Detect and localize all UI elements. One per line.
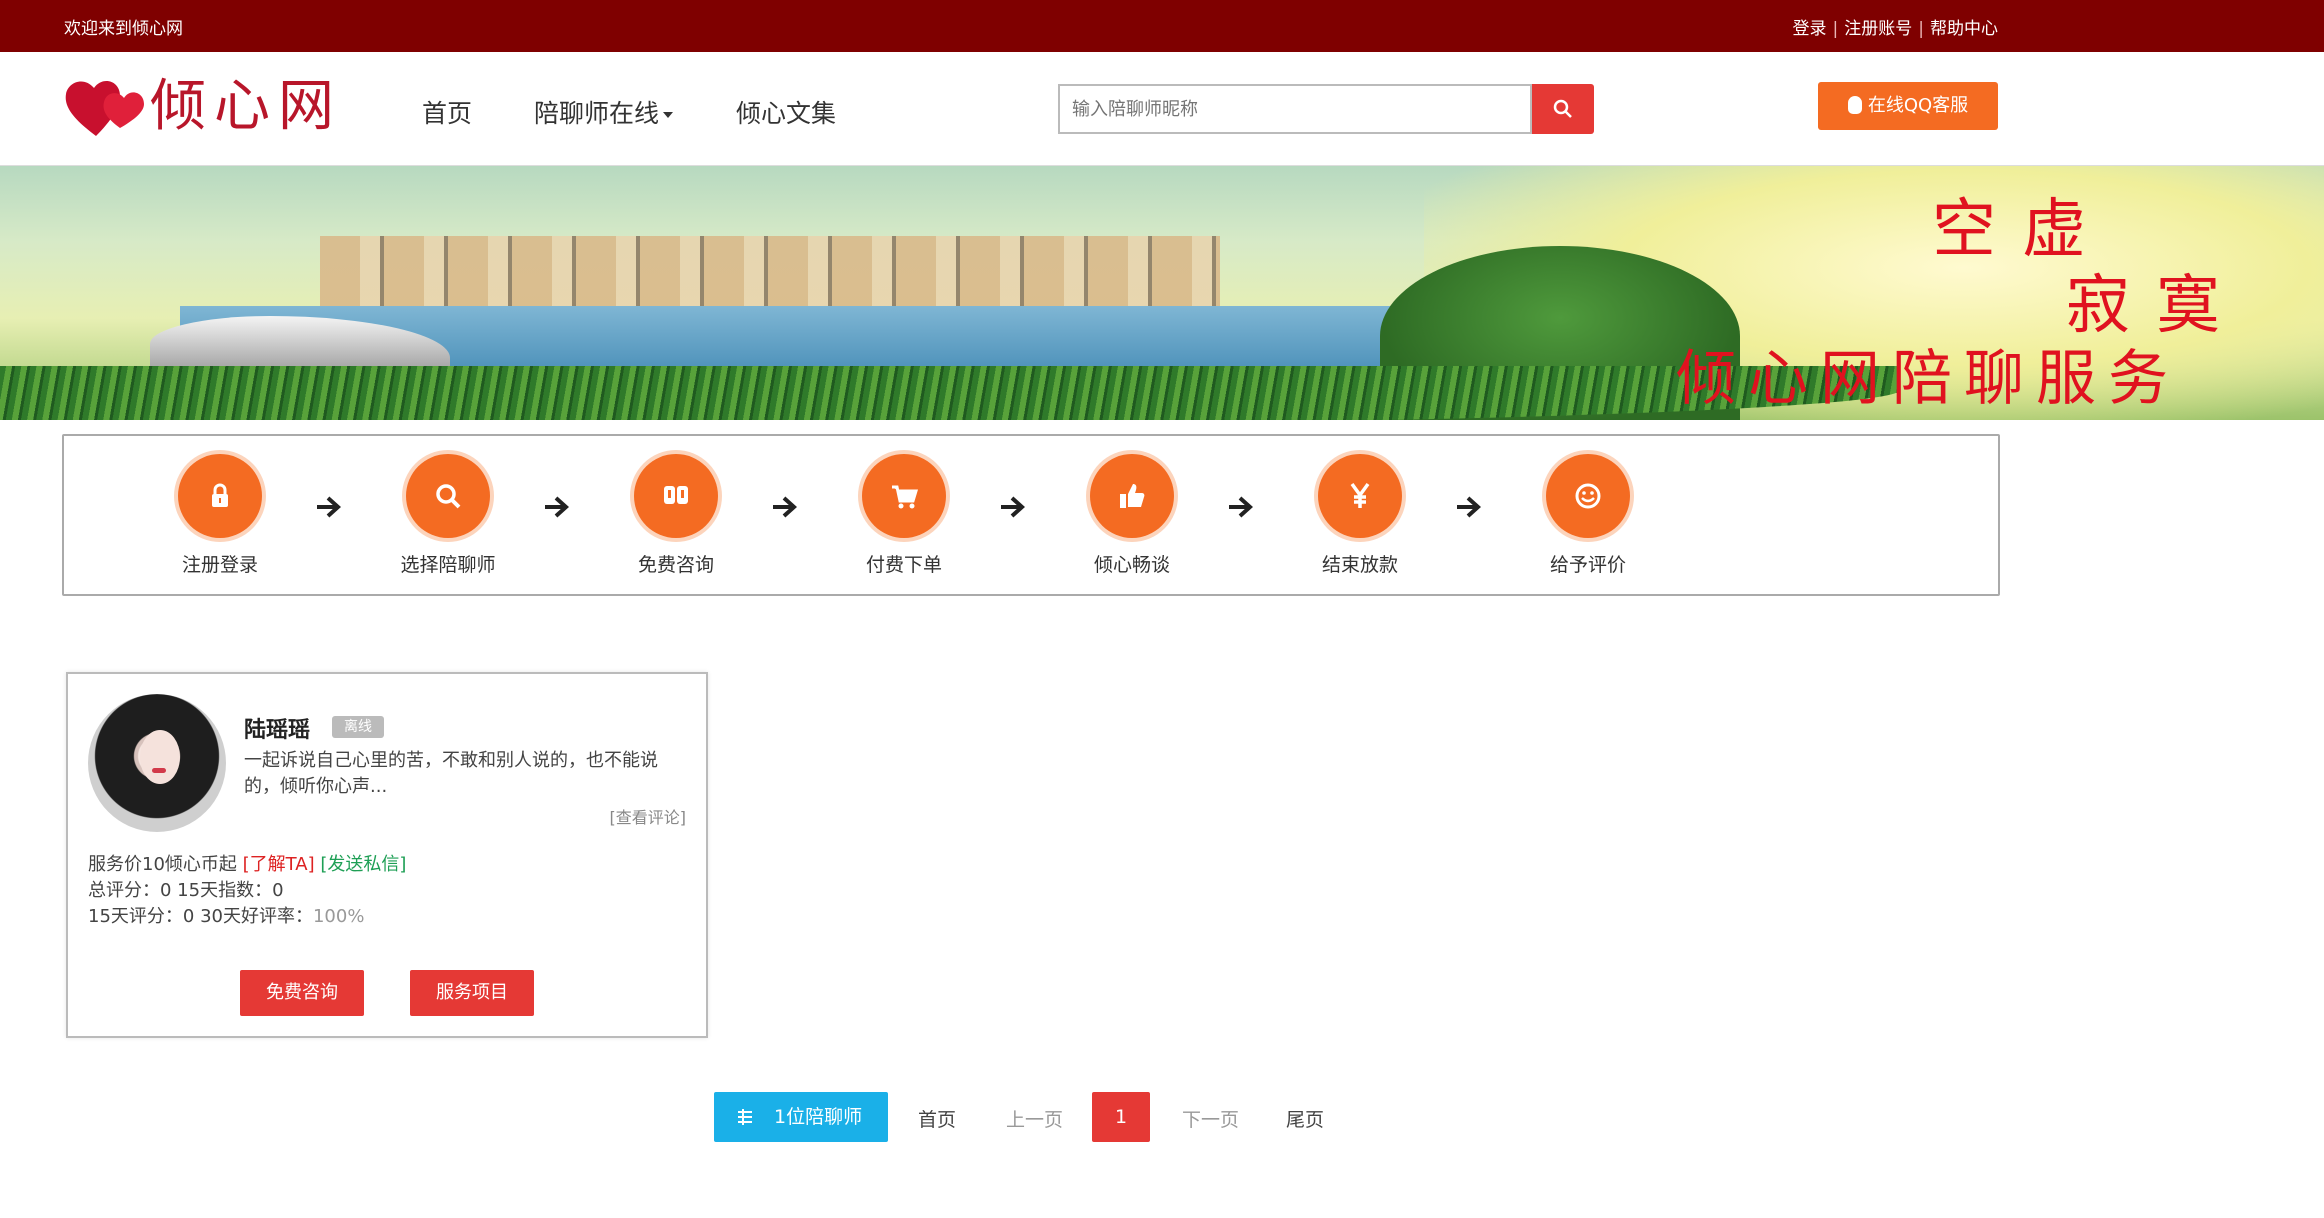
- register-link[interactable]: 注册账号: [1844, 19, 1912, 39]
- step-talk: 倾心畅谈: [1057, 454, 1207, 577]
- page-first[interactable]: 首页: [918, 1105, 956, 1132]
- step-register: 注册登录: [145, 454, 295, 577]
- counselor-card: 陆瑶瑶 离线 一起诉说自己心里的苦，不敢和别人说的，也不能说的，倾听你心声...…: [66, 672, 708, 1038]
- chevron-down-icon: [663, 112, 674, 118]
- rating-percent: 100%: [312, 906, 365, 927]
- step-label: 倾心畅谈: [1093, 554, 1170, 576]
- banner-slogan-3: 倾心网陪聊服务: [1676, 344, 2180, 414]
- banner-buildings: [320, 236, 1220, 316]
- arrow-right-icon: [1457, 496, 1481, 518]
- step-circle: [406, 454, 490, 538]
- arrow-right-icon: [773, 496, 797, 518]
- score-line: 总评分：0 15天指数：0: [88, 880, 284, 901]
- step-review: 给予评价: [1513, 454, 1663, 577]
- login-link[interactable]: 登录: [1793, 19, 1827, 39]
- nav-counselors[interactable]: 陪聊师在线: [534, 94, 674, 130]
- step-label: 付费下单: [865, 554, 942, 576]
- hero-banner: 空虚 寂寞 倾心网陪聊服务: [0, 166, 2324, 420]
- step-circle: [862, 454, 946, 538]
- lock-icon: [212, 483, 228, 507]
- step-circle: [1546, 454, 1630, 538]
- step-label: 注册登录: [181, 554, 258, 576]
- page-current[interactable]: 1: [1092, 1092, 1150, 1142]
- arrow-right-icon: [317, 496, 341, 518]
- link-separator: |: [1832, 19, 1839, 39]
- result-count: 1位陪聊师: [714, 1092, 888, 1142]
- top-bar: 欢迎来到倾心网 登录 | 注册账号 | 帮助中心: [0, 0, 2324, 52]
- cart-icon: [892, 485, 919, 509]
- yen-icon: [1350, 482, 1370, 508]
- search-icon: [1553, 99, 1572, 118]
- step-label: 给予评价: [1549, 554, 1626, 576]
- message-link[interactable]: [发送私信]: [320, 854, 406, 875]
- nav-counselors-label: 陪聊师在线: [534, 99, 660, 128]
- step-circle: [178, 454, 262, 538]
- status-badge: 离线: [332, 716, 384, 738]
- price-line: 服务价10倾心币起 [了解TA] [发送私信]: [88, 850, 406, 876]
- page-last[interactable]: 尾页: [1286, 1105, 1324, 1132]
- step-consult: 免费咨询: [601, 454, 751, 577]
- result-count-text: 1位陪聊师: [774, 1106, 863, 1128]
- step-label: 结束放款: [1321, 554, 1398, 576]
- avatar-lip: [152, 768, 166, 773]
- heart-logo-icon: [65, 81, 144, 136]
- rating-line: 15天评分：0 30天好评率：100%: [88, 902, 364, 928]
- search-icon: [436, 484, 461, 509]
- link-separator: |: [1918, 19, 1924, 39]
- avatar[interactable]: [88, 694, 226, 832]
- search-box: [1058, 84, 1594, 134]
- arrow-right-icon: [545, 496, 569, 518]
- smile-icon: [1575, 483, 1601, 509]
- top-links: 登录 | 注册账号 | 帮助中心: [1793, 14, 1998, 39]
- nav-articles[interactable]: 倾心文集: [736, 94, 836, 130]
- view-reviews-link[interactable]: [查看评论]: [610, 804, 687, 828]
- rating-text: 15天评分：0 30天好评率：: [88, 906, 313, 927]
- step-pay: 付费下单: [829, 454, 979, 577]
- arrow-right-icon: [1229, 496, 1253, 518]
- nav-home[interactable]: 首页: [422, 94, 472, 130]
- chat-icon: [664, 486, 688, 504]
- service-items-button[interactable]: 服务项目: [410, 970, 534, 1016]
- step-circle: [1318, 454, 1402, 538]
- free-consult-button[interactable]: 免费咨询: [240, 970, 364, 1016]
- qq-button-label: 在线QQ客服: [1867, 95, 1969, 116]
- logo-text: 倾心网: [150, 74, 342, 139]
- thumb-icon: [1120, 484, 1145, 508]
- help-link[interactable]: 帮助中心: [1930, 19, 1998, 39]
- about-link[interactable]: [了解TA]: [243, 854, 315, 875]
- step-label: 选择陪聊师: [400, 554, 496, 576]
- page-next[interactable]: 下一页: [1182, 1105, 1239, 1132]
- pagination: 1位陪聊师 首页 上一页 1 下一页 尾页: [0, 1092, 2324, 1142]
- step-release: 结束放款: [1285, 454, 1435, 577]
- qq-icon: [1847, 96, 1862, 114]
- counselor-intro: 一起诉说自己心里的苦，不敢和别人说的，也不能说的，倾听你心声...: [244, 750, 658, 797]
- process-steps: 注册登录 选择陪聊师 免费咨询 付费下单 倾心畅谈 结束放款 给予评价: [62, 434, 2000, 596]
- qq-service-button[interactable]: 在线QQ客服: [1818, 82, 1998, 130]
- banner-grass: [0, 366, 1900, 420]
- step-circle: [634, 454, 718, 538]
- price-text: 服务价10倾心币起: [88, 854, 243, 875]
- arrow-right-icon: [1001, 496, 1025, 518]
- header: 倾心网 首页 陪聊师在线 倾心文集 在线QQ客服: [0, 52, 2324, 166]
- welcome-text: 欢迎来到倾心网: [64, 19, 183, 39]
- step-circle: [1090, 454, 1174, 538]
- search-input[interactable]: [1058, 84, 1532, 134]
- site-logo[interactable]: 倾心网: [62, 72, 352, 142]
- list-icon: [738, 1109, 752, 1125]
- search-button[interactable]: [1532, 84, 1594, 134]
- counselor-name[interactable]: 陆瑶瑶: [244, 712, 310, 744]
- avatar-face: [140, 730, 180, 784]
- step-choose: 选择陪聊师: [373, 454, 523, 577]
- page-prev[interactable]: 上一页: [1006, 1105, 1063, 1132]
- step-label: 免费咨询: [637, 554, 714, 576]
